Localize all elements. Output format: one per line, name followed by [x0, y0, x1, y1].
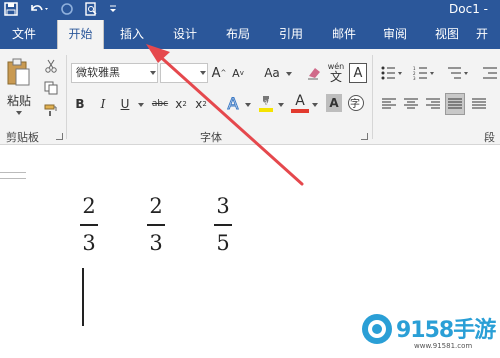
annotation-arrow [146, 44, 304, 186]
arrow-shaft [153, 50, 304, 186]
word-window: { "window": {"title": "Doc1 -"}, "tabs":… [0, 0, 500, 358]
watermark: 9158手游 www.91581.com [356, 310, 500, 358]
watermark-logo-icon [362, 314, 392, 344]
arrow-head [146, 44, 170, 63]
watermark-text: 9158手游 [396, 318, 496, 343]
watermark-url: www.91581.com [414, 342, 473, 350]
